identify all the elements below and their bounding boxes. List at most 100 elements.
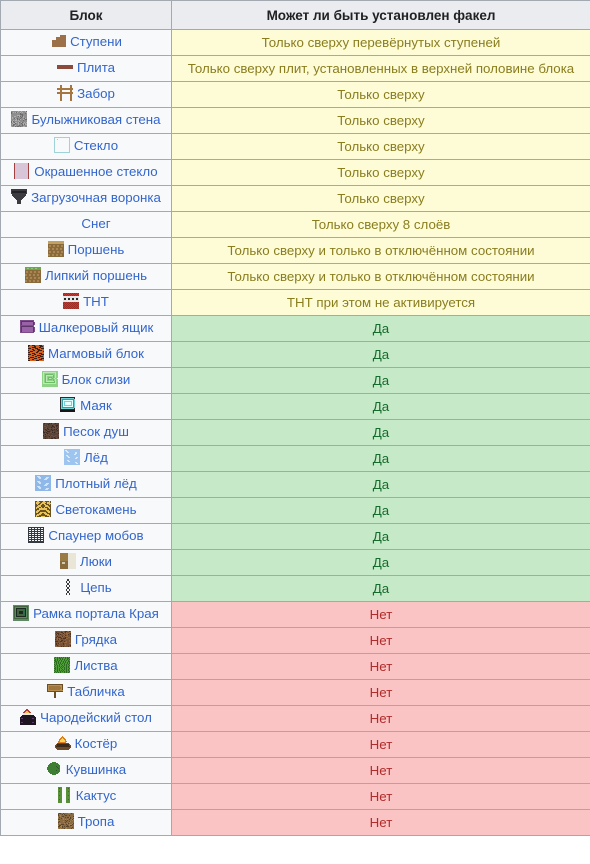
block-link[interactable]: Маяк [60, 397, 112, 413]
answer-cell: Нет [171, 653, 590, 680]
block-link[interactable]: Лёд [64, 449, 108, 465]
block-cell: Снег [0, 211, 172, 238]
answer-cell: Да [171, 575, 590, 602]
block-link[interactable]: Стекло [53, 137, 119, 153]
table-row: Блок слизи Да [0, 367, 590, 394]
block-link[interactable]: Окрашенное стекло [14, 163, 158, 179]
block-link[interactable]: Булыжниковая стена [11, 111, 161, 127]
answer-cell: Да [171, 315, 590, 342]
slime-block-icon [41, 371, 58, 387]
block-link[interactable]: Плотный лёд [35, 475, 137, 491]
block-cell: Кувшинка [0, 757, 172, 784]
block-link[interactable]: Забор [57, 85, 115, 101]
block-link[interactable]: Тропа [57, 813, 114, 829]
block-link[interactable]: Рамка портала Края [13, 605, 159, 621]
sign-icon [47, 683, 64, 699]
block-link[interactable]: Липкий поршень [24, 267, 148, 283]
answer-cell: Только сверху и только в отключённом сос… [171, 237, 590, 264]
table-row: Стекло Только сверху [0, 133, 590, 160]
block-cell: Блок слизи [0, 367, 172, 394]
stairs-icon [50, 33, 67, 49]
block-link[interactable]: Люки [60, 553, 112, 569]
block-cell: Загрузочная воронка [0, 185, 172, 212]
answer-cell: Только сверху [171, 159, 590, 186]
block-link[interactable]: Ступени [50, 33, 122, 49]
block-link[interactable]: Спаунер мобов [28, 527, 144, 543]
end-portal-frame-icon [13, 605, 30, 621]
block-name-label: Спаунер мобов [48, 527, 144, 543]
block-link[interactable]: Костёр [54, 735, 117, 751]
table-header-row: Блок Может ли быть установлен факел [0, 0, 590, 30]
table-row: Плита Только сверху плит, установленных в… [0, 55, 590, 82]
shulker-box-icon [19, 319, 35, 335]
block-cell: Окрашенное стекло [0, 159, 172, 186]
block-name-label: ТНТ [83, 293, 109, 309]
table-row: Шалкеровый ящик Да [0, 315, 590, 342]
ice-icon [64, 449, 81, 465]
table-row: Снег Только сверху 8 слоёв [0, 211, 590, 238]
table-row: Лёд Да [0, 445, 590, 472]
answer-cell: Только сверху 8 слоёв [171, 211, 590, 238]
block-link[interactable]: Магмовый блок [28, 345, 144, 361]
answer-cell: Только сверху [171, 107, 590, 134]
block-link[interactable]: Светокамень [35, 501, 137, 517]
block-cell: Листва [0, 653, 172, 680]
block-cell: Булыжниковая стена [0, 107, 172, 134]
campfire-icon [54, 735, 71, 751]
answer-cell: Да [171, 341, 590, 368]
enchanting-table-icon [20, 709, 37, 725]
block-link[interactable]: Снег [61, 215, 110, 231]
block-link[interactable]: Плита [56, 59, 115, 75]
block-cell: Стекло [0, 133, 172, 160]
answer-cell: Да [171, 367, 590, 394]
block-link[interactable]: Цепь [60, 579, 112, 595]
table-row: Окрашенное стекло Только сверху [0, 159, 590, 186]
farmland-icon [54, 631, 71, 647]
table-row: Листва Нет [0, 653, 590, 680]
table-row: Светокамень Да [0, 497, 590, 524]
block-link[interactable]: Шалкеровый ящик [19, 319, 154, 335]
table-row: Люки Да [0, 549, 590, 576]
block-cell: Забор [0, 81, 172, 108]
magma-block-icon [28, 345, 45, 361]
block-link[interactable]: Листва [54, 657, 118, 673]
block-cell: Липкий поршень [0, 263, 172, 290]
answer-cell: Да [171, 471, 590, 498]
block-link[interactable]: ТНТ [63, 293, 109, 309]
table-row: Магмовый блок Да [0, 341, 590, 368]
block-link[interactable]: Грядка [54, 631, 118, 647]
table-row: Булыжниковая стена Только сверху [0, 107, 590, 134]
block-cell: ТНТ [0, 289, 172, 316]
block-link[interactable]: Табличка [47, 683, 125, 699]
block-cell: Рамка портала Края [0, 601, 172, 628]
block-cell: Светокамень [0, 497, 172, 524]
block-link[interactable]: Кувшинка [46, 761, 126, 777]
column-header-block: Блок [0, 0, 172, 30]
block-name-label: Липкий поршень [44, 267, 148, 283]
table-row: Чародейский стол Нет [0, 705, 590, 732]
block-name-label: Шалкеровый ящик [38, 319, 154, 335]
table-row: ТНТ ТНТ при этом не активируется [0, 289, 590, 316]
answer-cell: Только сверху [171, 185, 590, 212]
leaves-icon [54, 657, 71, 673]
answer-cell: Нет [171, 601, 590, 628]
block-link[interactable]: Загрузочная воронка [11, 189, 161, 205]
block-cell: Лёд [0, 445, 172, 472]
block-cell: Магмовый блок [0, 341, 172, 368]
block-link[interactable]: Песок душ [43, 423, 129, 439]
block-link[interactable]: Чародейский стол [20, 709, 152, 725]
block-name-label: Булыжниковая стена [31, 111, 161, 127]
block-name-label: Магмовый блок [48, 345, 144, 361]
block-name-label: Стекло [73, 137, 119, 153]
answer-cell: Нет [171, 757, 590, 784]
block-link[interactable]: Кактус [56, 787, 116, 803]
block-name-label: Грядка [74, 631, 118, 647]
block-name-label: Плотный лёд [55, 475, 137, 491]
tnt-icon [63, 293, 80, 309]
block-link[interactable]: Поршень [47, 241, 125, 257]
block-cell: Ступени [0, 29, 172, 56]
block-name-label: Листва [74, 657, 118, 673]
block-name-label: Поршень [67, 241, 125, 257]
block-link[interactable]: Блок слизи [41, 371, 130, 387]
answer-cell: Нет [171, 627, 590, 654]
